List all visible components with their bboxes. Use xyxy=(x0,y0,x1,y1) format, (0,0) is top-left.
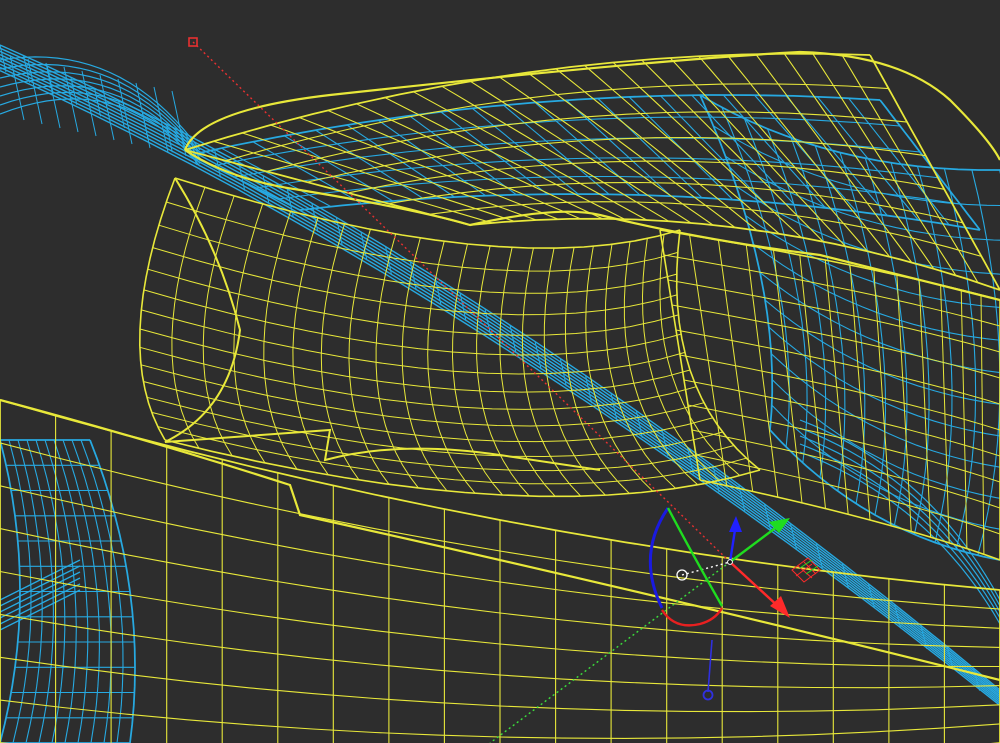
fillet-surface-yellow-u-line xyxy=(171,187,206,449)
guide-line-blue xyxy=(707,639,713,693)
right-edge-surface-line xyxy=(799,443,1000,619)
lower-left-strip-line xyxy=(0,565,81,607)
lower-left-strip-line xyxy=(0,589,81,631)
fillet-surface-yellow-u-line xyxy=(675,229,761,471)
wing-surface-yellow-u-line xyxy=(441,85,670,222)
guide-line-white xyxy=(681,561,731,576)
3d-viewport[interactable] xyxy=(0,0,1000,743)
fillet-surface-yellow-u-line xyxy=(427,241,476,494)
body-surface-blue-v-line xyxy=(713,125,1000,207)
wireframe-scene[interactable] xyxy=(0,0,1000,743)
guide-line-green xyxy=(489,561,731,743)
lower-left-strip-line xyxy=(0,583,81,625)
wing-surface-yellow-u-line xyxy=(783,53,935,270)
move-z-arrowhead[interactable] xyxy=(729,516,742,532)
rotate-y-arc[interactable] xyxy=(666,507,724,607)
fillet-surface-yellow-u-line xyxy=(401,237,448,492)
upper-left-surface-iso xyxy=(171,90,187,157)
rotate-z-arc[interactable] xyxy=(648,507,670,609)
fillet-surface-yellow-u-line xyxy=(348,229,390,485)
wing-surface-yellow-u-line xyxy=(555,68,758,231)
body-surface-blue-u-line xyxy=(721,107,790,447)
wing-surface-yellow-u-line xyxy=(669,57,846,247)
fillet-surface-yellow-v-line xyxy=(147,268,679,336)
fillet-surface-yellow-u-line xyxy=(202,195,235,457)
move-x-arrowhead[interactable] xyxy=(770,596,790,618)
fillet-surface-yellow-v-line xyxy=(139,328,691,393)
wing-underside-blue-u-line xyxy=(848,97,950,226)
right-body-yellow-v-line xyxy=(671,304,1000,379)
wing-surface-yellow-u-line xyxy=(584,64,780,235)
pivot-point[interactable] xyxy=(727,559,733,565)
fillet-surface-yellow-v-line xyxy=(143,289,682,356)
move-z-axis[interactable] xyxy=(728,529,737,563)
fillet-surface-yellow-v-line xyxy=(141,309,686,375)
fillet-surface-yellow-u-line xyxy=(138,177,176,441)
